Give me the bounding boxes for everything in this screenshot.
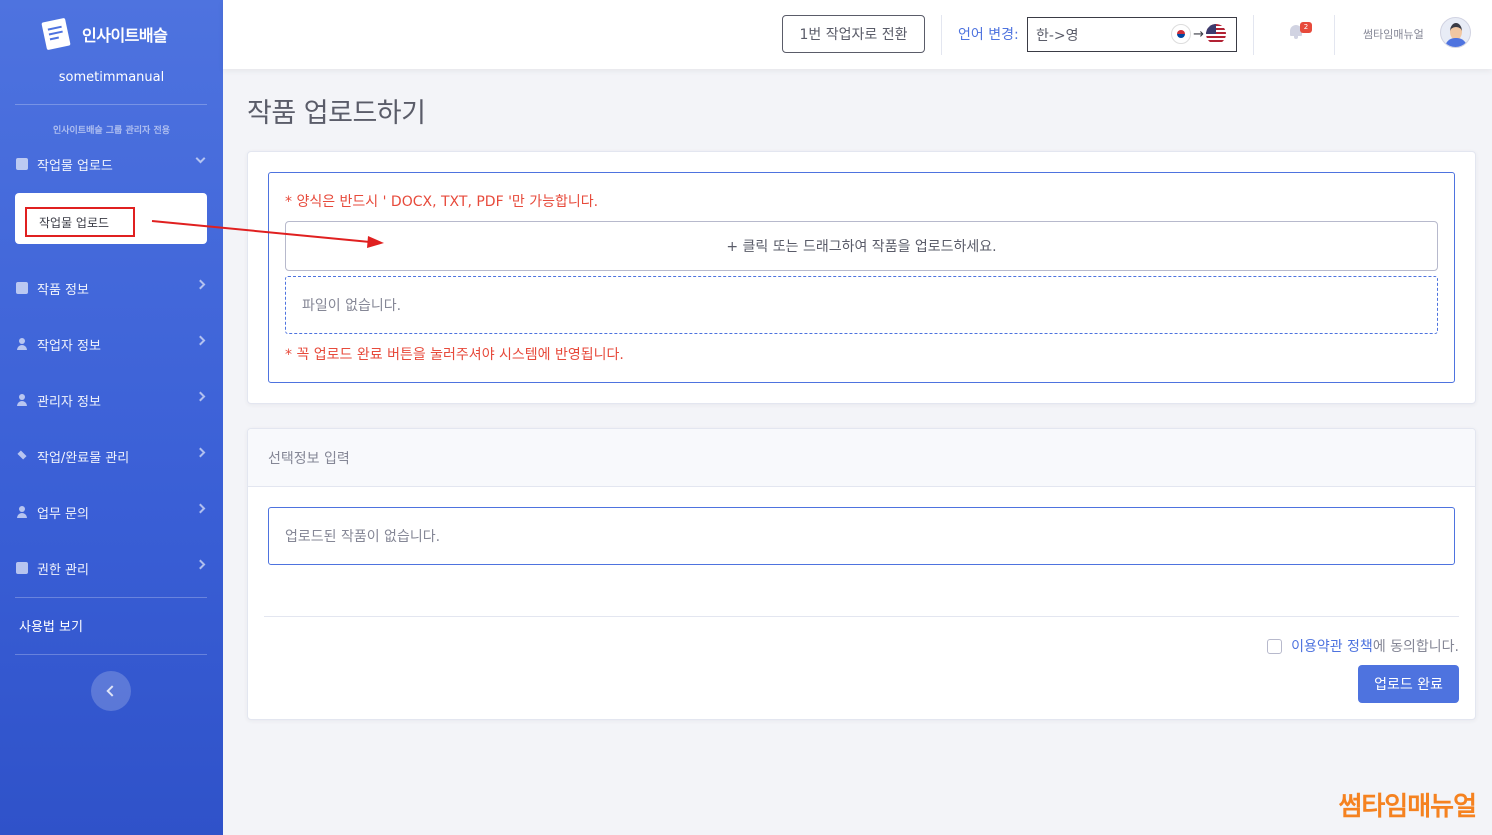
language-value: 한->영 [1036,27,1079,44]
arrow-right-icon: → [1193,26,1204,42]
book-icon [16,282,28,294]
sidebar-item-upload[interactable]: 작업물 업로드 [16,152,208,176]
notification-badge: 2 [1300,22,1312,33]
optional-info-card: 선택정보 입력 업로드된 작품이 없습니다. 이용약관 정책 에 동의합니다. … [247,428,1476,720]
switch-worker-button[interactable]: 1번 작업자로 전환 [782,15,925,53]
language-select[interactable]: 한->영 → [1027,17,1237,52]
sidebar-item-permissions[interactable]: 권한 관리 [16,556,208,580]
chevron-right-icon [195,279,206,290]
sidebar-item-task-manage[interactable]: 작업/완료물 관리 [16,444,208,468]
file-list: 파일이 없습니다. [285,276,1438,334]
divider [1253,15,1254,55]
chevron-right-icon [195,391,206,402]
topbar: 1번 작업자로 전환 언어 변경: 한->영 → 2 썸타임매뉴얼 [223,0,1492,69]
chevron-right-icon [195,335,206,346]
sidebar-item-inquiry[interactable]: 업무 문의 [16,500,208,524]
sidebar-item-label: 작업물 업로드 [37,158,113,174]
divider [1334,15,1335,55]
chevron-right-icon [195,503,206,514]
submit-reminder: * 꼭 업로드 완료 버튼을 눌러주셔야 시스템에 반영됩니다. [285,347,624,363]
divider [941,15,942,55]
terms-agree[interactable]: 이용약관 정책 에 동의합니다. [1267,636,1459,656]
file-icon [16,562,28,574]
account-name: sometimmanual [58,70,165,85]
brand-name: 인사이트배슬 [82,26,168,45]
format-note: * 양식은 반드시 ' DOCX, TXT, PDF '만 가능합니다. [285,194,599,210]
uploaded-works-list: 업로드된 작품이 없습니다. [268,507,1455,565]
upload-icon [16,158,28,170]
divider [15,597,207,598]
usage-guide-link[interactable]: 사용법 보기 [19,616,83,635]
submenu-item-upload[interactable]: 작업물 업로드 [25,207,135,237]
watermark-logo: 썸타임매뉴얼 [1338,792,1477,822]
sidebar-item-label: 관리자 정보 [37,394,101,410]
upload-frame: * 양식은 반드시 ' DOCX, TXT, PDF '만 가능합니다. + 클… [268,172,1455,383]
upload-card: * 양식은 반드시 ' DOCX, TXT, PDF '만 가능합니다. + 클… [247,151,1476,404]
sidebar-heading: 인사이트배슬 그룹 관리자 전용 [52,126,171,136]
page-title: 작품 업로드하기 [247,98,426,129]
divider [15,104,207,105]
terms-text: 에 동의합니다. [1372,639,1459,655]
sidebar-item-admin-info[interactable]: 관리자 정보 [16,388,208,412]
user-icon [16,394,28,406]
card-header: 선택정보 입력 [248,429,1475,487]
korea-flag-icon [1171,24,1192,44]
divider [264,616,1459,617]
language-flags: → [1171,24,1226,44]
chevron-right-icon [195,447,206,458]
upload-submenu: 작업물 업로드 [15,193,207,244]
terms-checkbox[interactable] [1267,638,1283,654]
upload-complete-button[interactable]: 업로드 완료 [1358,665,1459,703]
sidebar-item-label: 권한 관리 [37,562,89,578]
sidebar: 인사이트배슬 sometimmanual 인사이트배슬 그룹 관리자 전용 작업… [0,0,223,835]
sidebar-item-work-info[interactable]: 작품 정보 [16,276,208,300]
sidebar-toggle-button[interactable] [91,671,131,711]
divider [15,654,207,655]
sidebar-item-label: 작품 정보 [37,282,89,298]
chevron-right-icon [195,559,206,570]
language-label: 언어 변경: [958,27,1019,43]
sidebar-item-worker-info[interactable]: 작업자 정보 [16,332,208,356]
user-icon [16,338,28,350]
book-logo-icon [37,15,75,53]
layers-icon [16,450,28,462]
file-drop-zone[interactable]: + 클릭 또는 드래그하여 작품을 업로드하세요. [285,221,1438,271]
sidebar-item-label: 작업/완료물 관리 [37,450,130,466]
sidebar-item-label: 작업자 정보 [37,338,101,354]
terms-link[interactable]: 이용약관 정책 [1291,636,1373,656]
sidebar-item-label: 업무 문의 [37,506,89,522]
brand[interactable]: 인사이트배슬 [37,15,168,53]
chevron-down-icon [195,153,206,164]
users-icon [16,506,28,518]
avatar[interactable] [1440,17,1471,48]
usa-flag-icon [1206,24,1226,44]
user-name[interactable]: 썸타임매뉴얼 [1363,26,1424,42]
